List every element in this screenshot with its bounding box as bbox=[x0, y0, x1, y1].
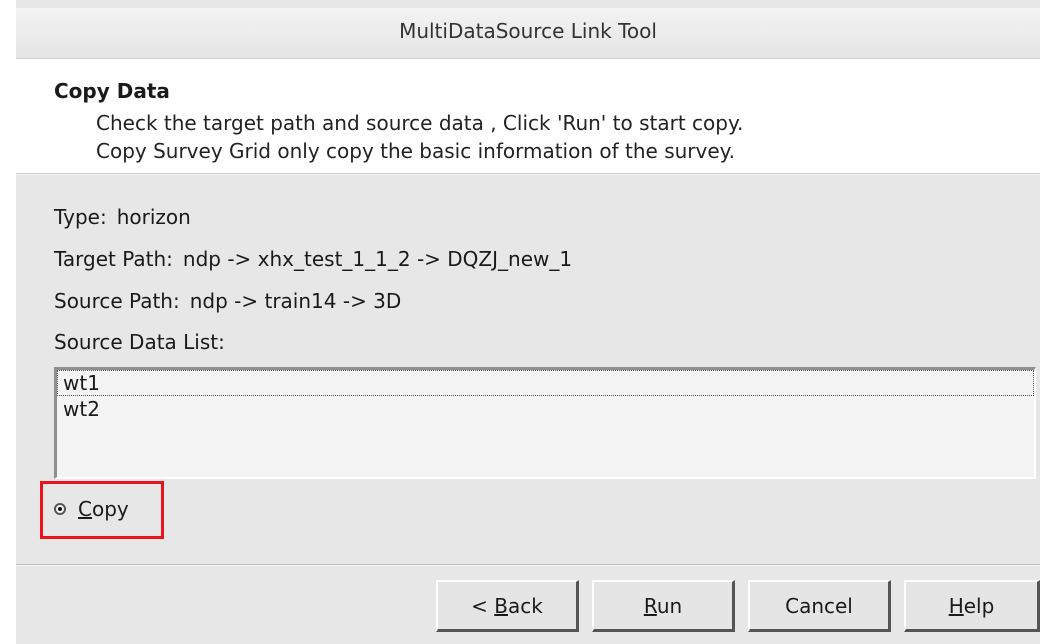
help-mnemonic: H bbox=[948, 593, 964, 618]
dialog-window: MultiDataSource Link Tool Copy Data Chec… bbox=[16, 0, 1040, 644]
copy-radio[interactable]: Copy bbox=[54, 495, 129, 523]
run-rest: un bbox=[656, 593, 683, 618]
type-value: horizon bbox=[116, 205, 191, 229]
back-rest: ack bbox=[508, 593, 543, 618]
header-description-line-2: Copy Survey Grid only copy the basic inf… bbox=[96, 139, 735, 163]
header-description-line-1: Check the target path and source data , … bbox=[96, 111, 744, 135]
source-path-value: ndp -> train14 -> 3D bbox=[189, 289, 402, 313]
source-data-list-label: Source Data List: bbox=[54, 330, 225, 354]
target-path-value: ndp -> xhx_test_1_1_2 -> DQZJ_new_1 bbox=[182, 247, 573, 271]
back-prefix: < bbox=[471, 593, 495, 618]
back-mnemonic: B bbox=[494, 593, 508, 618]
cancel-button[interactable]: Cancel bbox=[748, 580, 891, 632]
radio-selected-icon[interactable] bbox=[54, 503, 66, 515]
window-title: MultiDataSource Link Tool bbox=[399, 19, 657, 43]
source-path-label: Source Path: bbox=[54, 289, 180, 313]
run-button[interactable]: Run bbox=[592, 580, 735, 632]
copy-radio-label: Copy bbox=[78, 497, 129, 521]
back-button[interactable]: < Back bbox=[436, 580, 579, 632]
list-item[interactable]: wt1 bbox=[57, 370, 1034, 396]
type-label: Type: bbox=[54, 205, 107, 229]
help-rest: elp bbox=[963, 593, 995, 618]
source-path-row: Source Path: ndp -> train14 -> 3D bbox=[54, 289, 401, 313]
wizard-body: Type: horizon Target Path: ndp -> xhx_test… bbox=[16, 175, 1040, 561]
copy-label-rest: opy bbox=[91, 497, 129, 521]
page-title: Copy Data bbox=[54, 79, 170, 103]
type-row: Type: horizon bbox=[54, 205, 191, 229]
wizard-header: Copy Data Check the target path and sour… bbox=[16, 59, 1040, 174]
footer-divider bbox=[16, 564, 1040, 566]
cancel-label: Cancel bbox=[785, 593, 853, 618]
source-data-list[interactable]: wt1 wt2 bbox=[54, 367, 1036, 479]
help-button[interactable]: Help bbox=[904, 580, 1040, 632]
target-path-row: Target Path: ndp -> xhx_test_1_1_2 -> DQZ… bbox=[54, 247, 572, 271]
window-titlebar[interactable]: MultiDataSource Link Tool bbox=[16, 8, 1040, 59]
target-path-label: Target Path: bbox=[54, 247, 173, 271]
copy-mnemonic: C bbox=[78, 497, 92, 521]
run-mnemonic: R bbox=[643, 593, 657, 618]
list-item[interactable]: wt2 bbox=[57, 396, 1034, 422]
